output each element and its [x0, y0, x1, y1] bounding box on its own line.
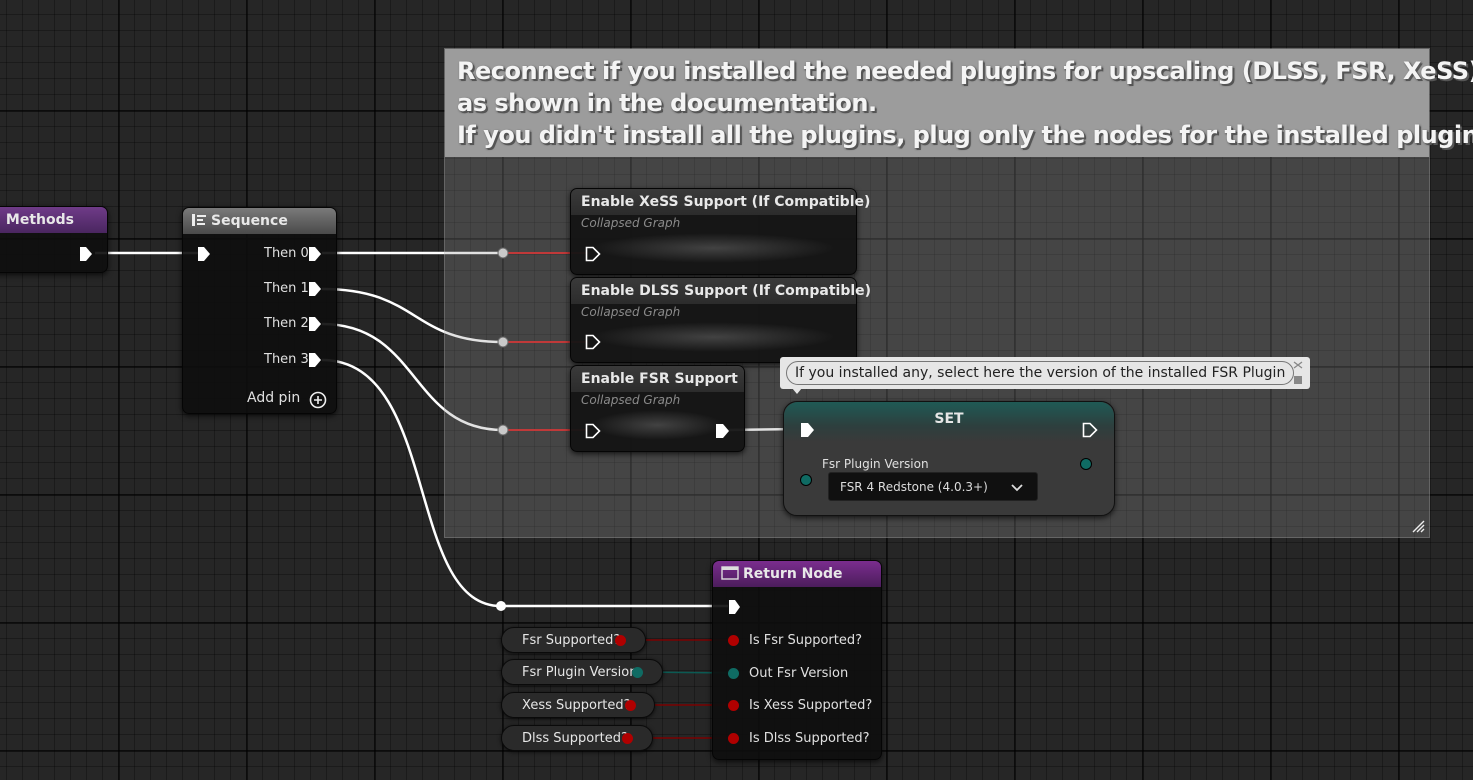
- tooltip-arrow: [792, 388, 802, 394]
- collapsed-graph-preview: [591, 322, 836, 352]
- variable-getter-node[interactable]: Fsr Plugin Version: [501, 659, 663, 685]
- return-input-label: Is Xess Supported?: [749, 698, 873, 713]
- return-input-label: Is Dlss Supported?: [749, 731, 870, 746]
- enum-pin[interactable]: [632, 667, 643, 678]
- variable-label: Xess Supported?: [522, 698, 631, 713]
- tooltip-pin-icon: [1293, 361, 1303, 384]
- node-title: Enable FSR Support: [571, 366, 744, 392]
- set-title: SET: [784, 402, 1114, 442]
- collapsed-node-xess[interactable]: Enable XeSS Support (If Compatible) Coll…: [570, 188, 870, 275]
- variable-label: Dlss Supported?: [522, 731, 628, 746]
- dropdown-value: FSR 4 Redstone (4.0.3+): [840, 480, 988, 494]
- add-pin-icon: [309, 391, 327, 409]
- comment-line: as shown in the documentation.: [457, 89, 877, 117]
- node-title: g Methods: [0, 207, 107, 233]
- enum-pin[interactable]: [1080, 458, 1092, 470]
- reroute-knot: [496, 601, 506, 611]
- sequence-node[interactable]: Sequence Then 0 Then 1 Then 2 Then 3 Add…: [182, 207, 337, 414]
- node-title: Sequence: [183, 208, 336, 234]
- bool-pin[interactable]: [625, 700, 636, 711]
- variable-getter-node[interactable]: Dlss Supported?: [501, 725, 653, 751]
- tooltip-text: If you installed any, select here the ve…: [786, 361, 1295, 385]
- function-entry-node[interactable]: g Methods: [0, 206, 108, 273]
- node-title: Enable XeSS Support (If Compatible): [571, 189, 870, 215]
- variable-getter-node[interactable]: Xess Supported?: [501, 692, 655, 718]
- return-node[interactable]: Return Node Is Fsr Supported? Out Fsr Ve…: [712, 560, 882, 760]
- collapsed-node-fsr[interactable]: Enable FSR Support Collapsed Graph: [570, 365, 745, 452]
- function-icon: [721, 566, 739, 580]
- variable-getter-node[interactable]: Fsr Supported?: [501, 627, 646, 653]
- node-title: Enable DLSS Support (If Compatible): [571, 278, 871, 304]
- node-title: Return Node: [713, 561, 881, 587]
- node-subtitle: Collapsed Graph: [581, 393, 681, 407]
- comment-line: If you didn't install all the plugins, p…: [457, 121, 1473, 149]
- collapsed-graph-preview: [591, 410, 724, 440]
- collapsed-node-dlss[interactable]: Enable DLSS Support (If Compatible) Coll…: [570, 277, 871, 363]
- collapsed-graph-preview: [591, 233, 836, 263]
- bool-pin[interactable]: [728, 700, 739, 711]
- bool-pin[interactable]: [622, 733, 633, 744]
- enum-pin[interactable]: [800, 474, 812, 486]
- node-subtitle: Collapsed Graph: [581, 216, 681, 230]
- node-subtitle: Collapsed Graph: [581, 305, 681, 319]
- pin-tooltip: If you installed any, select here the ve…: [780, 357, 1310, 394]
- set-variable-label: Fsr Plugin Version: [822, 457, 929, 471]
- bool-pin[interactable]: [728, 635, 739, 646]
- variable-label: Fsr Supported?: [522, 633, 621, 648]
- return-input-label: Out Fsr Version: [749, 666, 849, 681]
- comment-header[interactable]: Reconnect if you installed the needed pl…: [445, 49, 1473, 157]
- sequence-icon: [192, 214, 206, 226]
- variable-label: Fsr Plugin Version: [522, 665, 638, 680]
- return-input-label: Is Fsr Supported?: [749, 633, 863, 648]
- enum-pin[interactable]: [728, 668, 739, 679]
- sequence-output-label: Then 3: [264, 352, 309, 367]
- fsr-version-dropdown[interactable]: FSR 4 Redstone (4.0.3+): [828, 472, 1038, 501]
- chevron-down-icon: [1011, 484, 1023, 492]
- comment-line: Reconnect if you installed the needed pl…: [457, 57, 1473, 85]
- sequence-output-label: Then 0: [264, 246, 309, 261]
- bool-pin[interactable]: [615, 635, 626, 646]
- sequence-output-label: Then 1: [264, 281, 309, 296]
- resize-grip-icon[interactable]: [1411, 519, 1425, 533]
- add-pin-button[interactable]: Add pin: [247, 390, 331, 410]
- add-pin-label: Add pin: [247, 390, 301, 406]
- set-node[interactable]: SET Fsr Plugin Version FSR 4 Redstone (4…: [783, 401, 1115, 516]
- sequence-title: Sequence: [211, 213, 288, 229]
- sequence-output-label: Then 2: [264, 316, 309, 331]
- bool-pin[interactable]: [728, 733, 739, 744]
- return-title: Return Node: [743, 566, 843, 582]
